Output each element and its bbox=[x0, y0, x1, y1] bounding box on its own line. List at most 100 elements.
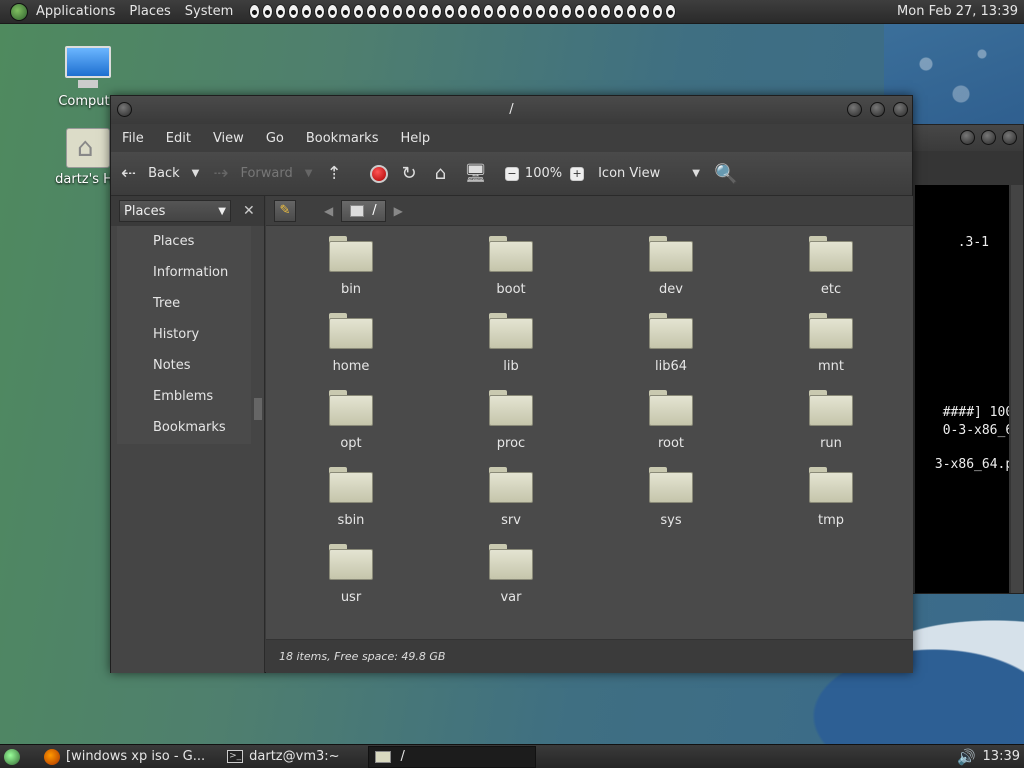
eye-icon bbox=[457, 4, 469, 19]
top-clock[interactable]: Mon Feb 27, 13:39 bbox=[897, 4, 1018, 19]
folder-item-run[interactable]: run bbox=[781, 390, 881, 451]
volume-icon[interactable]: 🔊 bbox=[957, 748, 976, 766]
places-menu[interactable]: Places bbox=[129, 4, 170, 19]
folder-icon bbox=[489, 236, 533, 272]
folder-item-etc[interactable]: etc bbox=[781, 236, 881, 297]
sidebar-close-icon[interactable]: ✕ bbox=[243, 203, 255, 219]
menu-bookmarks[interactable]: Bookmarks bbox=[306, 131, 379, 146]
folder-icon bbox=[649, 313, 693, 349]
bottom-panel: [windows xp iso - G... >_ dartz@vm3:~ / … bbox=[0, 744, 1024, 768]
zoom-level[interactable]: 100% bbox=[525, 166, 562, 181]
path-bar: ✎ ◀ / ▶ bbox=[266, 196, 913, 226]
terminal-icon: >_ bbox=[227, 750, 244, 763]
back-history-dropdown-icon[interactable]: ▼ bbox=[192, 168, 200, 179]
menu-file[interactable]: File bbox=[122, 131, 144, 146]
folder-item-usr[interactable]: usr bbox=[301, 544, 401, 605]
folder-item-srv[interactable]: srv bbox=[461, 467, 561, 528]
path-crumb-root[interactable]: / bbox=[341, 199, 386, 222]
eye-icon bbox=[314, 4, 326, 19]
content-pane[interactable]: ✎ ◀ / ▶ bin boot dev etc home lib lib64 mnt opt p… bbox=[266, 196, 913, 673]
computer-button[interactable]: 🖥 bbox=[464, 163, 491, 184]
eye-icon bbox=[405, 4, 417, 19]
terminal-minimize-button[interactable] bbox=[960, 130, 975, 145]
folder-item-home[interactable]: home bbox=[301, 313, 401, 374]
folder-item-dev[interactable]: dev bbox=[621, 236, 721, 297]
folder-item-tmp[interactable]: tmp bbox=[781, 467, 881, 528]
zoom-out-icon[interactable]: − bbox=[504, 166, 519, 181]
eye-icon bbox=[535, 4, 547, 19]
folder-item-lib[interactable]: lib bbox=[461, 313, 561, 374]
folder-item-bin[interactable]: bin bbox=[301, 236, 401, 297]
file-manager-window[interactable]: / File Edit View Go Bookmarks Help ⇠ Bac… bbox=[110, 95, 913, 673]
stop-button[interactable] bbox=[369, 164, 388, 183]
task-file-manager[interactable]: / bbox=[367, 745, 536, 768]
up-arrow-icon: ⇡ bbox=[326, 163, 342, 184]
reload-button[interactable]: ↻ bbox=[402, 163, 421, 184]
task-terminal[interactable]: >_ dartz@vm3:~ bbox=[221, 746, 345, 768]
stop-icon bbox=[369, 164, 388, 183]
show-desktop-icon[interactable] bbox=[4, 748, 20, 765]
sidebar-item-tree[interactable]: Tree bbox=[111, 288, 265, 319]
folder-item-boot[interactable]: boot bbox=[461, 236, 561, 297]
minimize-button[interactable] bbox=[847, 102, 862, 117]
eye-icon bbox=[392, 4, 404, 19]
eye-icon bbox=[652, 4, 664, 19]
folder-label: opt bbox=[340, 436, 362, 451]
sidebar-item-bookmarks[interactable]: Bookmarks bbox=[111, 412, 265, 443]
menu-view[interactable]: View bbox=[213, 131, 244, 146]
terminal-screen[interactable]: .3-1 ####] 100% 0-3-x86_64 3-x86_64.pk bbox=[915, 185, 1009, 593]
system-menu[interactable]: System bbox=[185, 4, 233, 19]
sidebar-resize-handle[interactable] bbox=[254, 398, 262, 420]
menu-go[interactable]: Go bbox=[266, 131, 284, 146]
sidebar-item-emblems[interactable]: Emblems bbox=[111, 381, 265, 412]
search-button[interactable]: 🔍 bbox=[714, 162, 738, 185]
close-button[interactable] bbox=[893, 102, 908, 117]
folder-label: home bbox=[332, 359, 370, 374]
applications-menu[interactable]: Applications bbox=[36, 4, 115, 19]
task-firefox[interactable]: [windows xp iso - G... bbox=[38, 746, 211, 768]
terminal-close-button[interactable] bbox=[1002, 130, 1017, 145]
folder-item-lib64[interactable]: lib64 bbox=[621, 313, 721, 374]
location-edit-icon[interactable]: ✎ bbox=[274, 199, 296, 222]
forward-history-dropdown-icon[interactable]: ▼ bbox=[305, 168, 313, 179]
path-scroll-right-icon[interactable]: ▶ bbox=[394, 204, 403, 218]
up-button[interactable]: ⇡ bbox=[326, 163, 355, 184]
path-scroll-left-icon[interactable]: ◀ bbox=[324, 204, 333, 218]
sidebar-selector[interactable]: Places ▼ bbox=[119, 200, 231, 222]
eye-icon bbox=[262, 4, 274, 19]
forward-button[interactable]: ⇢ Forward ▼ bbox=[213, 163, 312, 184]
window-menu-button[interactable] bbox=[117, 102, 132, 117]
menu-help[interactable]: Help bbox=[400, 131, 430, 146]
home-button[interactable]: ⌂ bbox=[435, 163, 450, 184]
sidebar-item-information[interactable]: Information bbox=[111, 257, 265, 288]
window-titlebar[interactable]: / bbox=[111, 96, 912, 124]
zoom-in-icon[interactable]: + bbox=[570, 166, 585, 181]
menu-edit[interactable]: Edit bbox=[166, 131, 191, 146]
folder-item-var[interactable]: var bbox=[461, 544, 561, 605]
home-folder-icon bbox=[66, 128, 110, 168]
folder-label: sys bbox=[660, 513, 682, 528]
xeyes-applet bbox=[249, 4, 677, 19]
terminal-maximize-button[interactable] bbox=[981, 130, 996, 145]
terminal-scrollbar[interactable] bbox=[1011, 185, 1023, 593]
folder-item-opt[interactable]: opt bbox=[301, 390, 401, 451]
back-button[interactable]: ⇠ Back ▼ bbox=[121, 163, 199, 184]
folder-label: mnt bbox=[818, 359, 844, 374]
sidebar-item-notes[interactable]: Notes bbox=[111, 350, 265, 381]
folder-item-mnt[interactable]: mnt bbox=[781, 313, 881, 374]
terminal-line: 0-3-x86_64 bbox=[942, 423, 1009, 438]
folder-item-sys[interactable]: sys bbox=[621, 467, 721, 528]
eye-icon bbox=[249, 4, 261, 19]
view-mode-select[interactable]: Icon View ▼ bbox=[598, 166, 700, 181]
folder-item-proc[interactable]: proc bbox=[461, 390, 561, 451]
chevron-down-icon: ▼ bbox=[692, 168, 700, 179]
maximize-button[interactable] bbox=[870, 102, 885, 117]
bottom-clock[interactable]: 13:39 bbox=[983, 749, 1020, 764]
eye-icon bbox=[275, 4, 287, 19]
eye-icon bbox=[301, 4, 313, 19]
distro-logo-icon[interactable] bbox=[10, 2, 28, 21]
sidebar-item-places[interactable]: Places bbox=[111, 226, 265, 257]
sidebar-item-history[interactable]: History bbox=[111, 319, 265, 350]
folder-item-root[interactable]: root bbox=[621, 390, 721, 451]
folder-item-sbin[interactable]: sbin bbox=[301, 467, 401, 528]
